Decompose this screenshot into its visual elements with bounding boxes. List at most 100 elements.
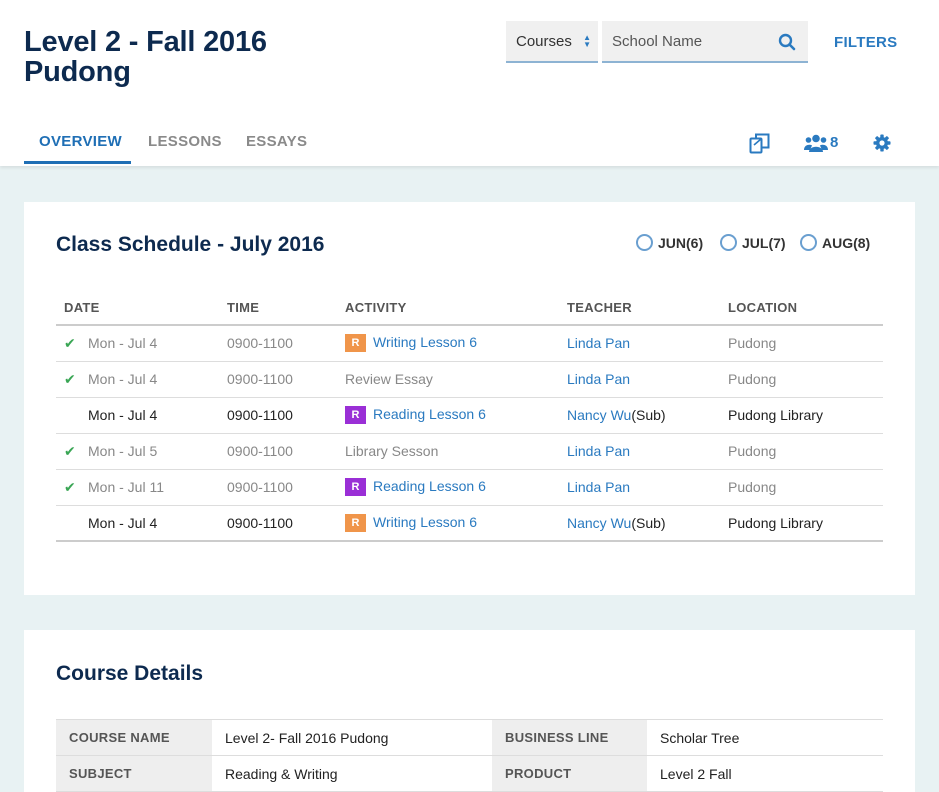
activity-cell: R Reading Lesson 6 xyxy=(337,397,559,434)
activity-cell: R Reading Lesson 6 xyxy=(337,469,559,506)
detail-row: COURSE NAME Level 2- Fall 2016 Pudong BUSI… xyxy=(56,719,883,756)
class-schedule-card: Class Schedule - July 2016 JUN(6) JUL(7)… xyxy=(24,202,915,595)
activity-cell: Library Sesson xyxy=(337,433,559,470)
courses-select-value: Courses xyxy=(516,32,572,50)
radio-circle-icon xyxy=(636,234,653,251)
date-cell: ✔ Mon - Jul 4 xyxy=(56,325,219,362)
table-row: Mon - Jul 4 0900-1100 R Reading Lesson 6 Nan… xyxy=(56,397,883,434)
radio-circle-icon xyxy=(800,234,817,251)
month-label: AUG(8) xyxy=(822,234,871,251)
page-title-line2: Pudong xyxy=(24,56,131,88)
column-header-location: LOCATION xyxy=(720,290,883,326)
school-name-input[interactable] xyxy=(602,21,772,61)
tab-lessons[interactable]: LESSONS xyxy=(148,133,222,150)
members-count[interactable]: 8 xyxy=(830,134,838,151)
date-text: Mon - Jul 4 xyxy=(88,514,158,531)
column-header-date: DATE xyxy=(56,290,219,326)
table-row: ✔ Mon - Jul 4 0900-1100 Review Essay Linda P… xyxy=(56,361,883,398)
date-cell: Mon - Jul 4 xyxy=(56,397,219,434)
teacher-cell: Nancy Wu(Sub) xyxy=(559,397,720,434)
month-label: JUN(6) xyxy=(658,234,704,251)
substitute-label: (Sub) xyxy=(631,407,666,423)
time-cell: 0900-1100 xyxy=(219,397,337,434)
school-search-box xyxy=(602,21,808,63)
checkmark-icon: ✔ xyxy=(64,334,76,351)
location-cell: Pudong Library xyxy=(720,397,883,434)
date-text: Mon - Jul 4 xyxy=(88,407,158,423)
detail-row: SUBJECT Reading & Writing PRODUCT Level 2 F… xyxy=(56,755,883,792)
table-row: ✔ Mon - Jul 11 0900-1100 R Reading Lesson 6 L… xyxy=(56,469,883,506)
teacher-link[interactable]: Nancy Wu xyxy=(567,515,631,531)
teacher-link[interactable]: Linda Pan xyxy=(567,335,630,351)
location-cell: Pudong xyxy=(720,361,883,398)
teacher-link[interactable]: Linda Pan xyxy=(567,479,630,495)
radio-circle-icon xyxy=(720,234,737,251)
activity-link[interactable]: Reading Lesson 6 xyxy=(373,478,486,494)
date-cell: Mon - Jul 4 xyxy=(56,505,219,542)
teacher-cell: Linda Pan xyxy=(559,325,720,362)
checkmark-icon: ✔ xyxy=(64,370,76,387)
table-row: ✔ Mon - Jul 5 0900-1100 Library Sesson Linda… xyxy=(56,433,883,470)
date-cell: ✔ Mon - Jul 5 xyxy=(56,433,219,470)
detail-value: Level 2 Fall xyxy=(647,755,883,792)
substitute-label: (Sub) xyxy=(631,514,666,531)
activity-link[interactable]: Writing Lesson 6 xyxy=(373,514,477,530)
date-cell: ✔ Mon - Jul 4 xyxy=(56,361,219,398)
filters-link[interactable]: FILTERS xyxy=(834,34,897,51)
month-radio-aug[interactable]: AUG(8) xyxy=(800,234,870,251)
copy-icon[interactable] xyxy=(749,133,770,154)
lesson-type-badge: R xyxy=(345,334,366,353)
column-header-activity: ACTIVITY xyxy=(337,290,559,326)
activity-link[interactable]: Writing Lesson 6 xyxy=(373,334,477,350)
users-icon[interactable] xyxy=(804,134,828,152)
search-icon[interactable] xyxy=(778,33,796,51)
month-radio-jun[interactable]: JUN(6) xyxy=(636,234,703,251)
activity-link[interactable]: Reading Lesson 6 xyxy=(373,406,486,422)
schedule-rows: ✔ Mon - Jul 4 0900-1100 R Writing Lesson 6 Li… xyxy=(56,325,883,542)
lesson-type-badge: R xyxy=(345,406,366,425)
detail-key: BUSINESS LINE xyxy=(492,719,647,756)
detail-key: COURSE NAME xyxy=(56,719,212,756)
checkmark-icon: ✔ xyxy=(64,478,76,495)
time-cell: 0900-1100 xyxy=(219,469,337,506)
detail-value: Scholar Tree xyxy=(647,719,883,756)
column-header-time: TIME xyxy=(219,290,337,326)
teacher-cell: Linda Pan xyxy=(559,433,720,470)
tab-essays[interactable]: ESSAYS xyxy=(246,133,307,150)
course-details-title: Course Details xyxy=(56,662,204,685)
activity-cell: R Writing Lesson 6 xyxy=(337,505,559,542)
schedule-header-row: DATE TIME ACTIVITY TEACHER LOCATION xyxy=(56,290,883,326)
detail-value: Reading & Writing xyxy=(212,755,492,792)
teacher-cell: Linda Pan xyxy=(559,361,720,398)
time-cell: 0900-1100 xyxy=(219,505,337,542)
location-cell: Pudong Library xyxy=(720,505,883,542)
teacher-link[interactable]: Nancy Wu xyxy=(567,407,631,423)
tab-overview[interactable]: OVERVIEW xyxy=(39,133,122,150)
column-header-teacher: TEACHER xyxy=(559,290,720,326)
activity-cell: Review Essay xyxy=(337,361,559,398)
date-text: Mon - Jul 4 xyxy=(88,370,158,387)
date-text: Mon - Jul 11 xyxy=(88,478,164,495)
updown-caret-icon: ▲ ▼ xyxy=(583,33,591,49)
location-cell: Pudong xyxy=(720,469,883,506)
time-cell: 0900-1100 xyxy=(219,361,337,398)
checkmark-icon: ✔ xyxy=(64,442,76,459)
date-text: Mon - Jul 4 xyxy=(88,334,158,351)
detail-key: SUBJECT xyxy=(56,755,212,792)
activity-text: Review Essay xyxy=(345,371,433,387)
date-text: Mon - Jul 5 xyxy=(88,442,158,459)
month-radio-jul[interactable]: JUL(7) xyxy=(720,234,786,251)
table-row: ✔ Mon - Jul 4 0900-1100 R Writing Lesson 6 Li… xyxy=(56,325,883,362)
teacher-link[interactable]: Linda Pan xyxy=(567,371,630,387)
gear-icon[interactable] xyxy=(873,134,891,152)
month-label: JUL(7) xyxy=(742,234,786,251)
time-cell: 0900-1100 xyxy=(219,433,337,470)
page-header: Level 2 - Fall 2016 Pudong Courses ▲▼ FI… xyxy=(0,0,939,166)
course-details-table: COURSE NAME Level 2- Fall 2016 Pudong BUSI… xyxy=(56,719,883,792)
teacher-link[interactable]: Linda Pan xyxy=(567,443,630,459)
table-row: Mon - Jul 4 0900-1100 R Writing Lesson 6 Nan… xyxy=(56,505,883,542)
course-details-card: Course Details COURSE NAME Level 2- Fall … xyxy=(24,630,915,792)
courses-select[interactable]: Courses ▲ ▼ xyxy=(506,21,598,63)
teacher-cell: Nancy Wu(Sub) xyxy=(559,505,720,542)
activity-text: Library Sesson xyxy=(345,443,439,459)
